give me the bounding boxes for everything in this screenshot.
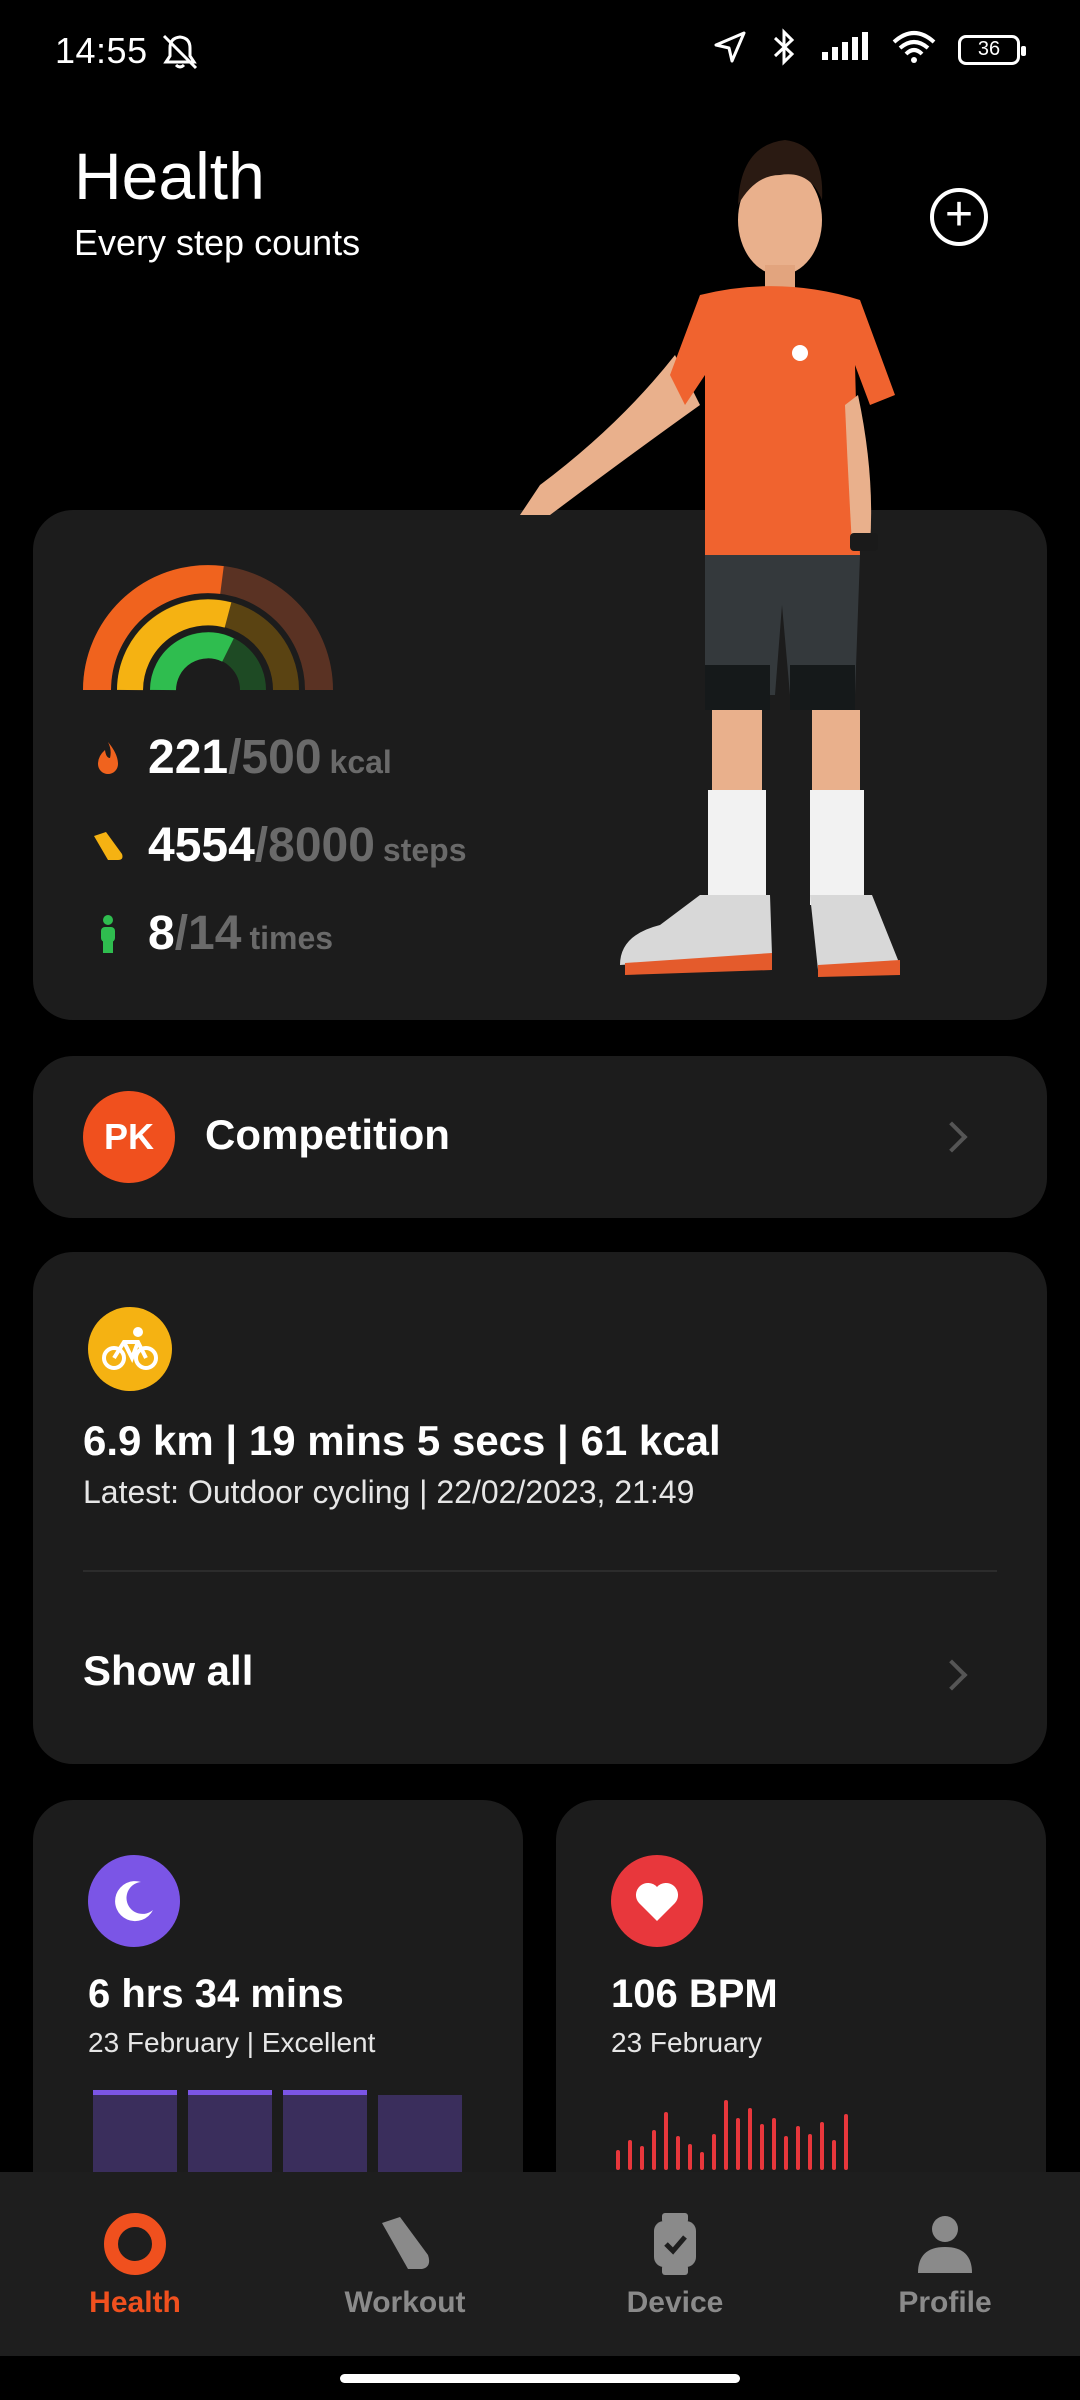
heart-rate-date: 23 February: [611, 2027, 762, 2058]
cycling-icon: [88, 1307, 172, 1391]
calories-metric: 221/500 kcal: [88, 730, 392, 785]
watch-icon: [639, 2208, 711, 2280]
nav-device[interactable]: Device: [575, 2208, 775, 2320]
chevron-right-icon: [936, 1659, 968, 1691]
steps-unit: steps: [382, 832, 467, 868]
person-icon: [909, 2208, 981, 2280]
competition-label: Competition: [205, 1111, 450, 1158]
standing-unit: times: [249, 920, 334, 956]
standing-goal: /14: [174, 907, 242, 960]
steps-current: 4554: [148, 819, 255, 872]
page-subtitle: Every step counts: [74, 222, 361, 263]
sleep-detail: 23 February | Excellent: [88, 2027, 376, 2058]
steps-goal: /8000: [254, 819, 375, 872]
moon-icon: [88, 1855, 180, 1947]
steps-metric: 4554/8000 steps: [88, 818, 467, 873]
nav-profile[interactable]: Profile: [845, 2208, 1045, 2320]
avatar-illustration: [520, 140, 900, 977]
nav-health[interactable]: Health: [35, 2208, 235, 2320]
signal-icon: [820, 32, 870, 67]
calories-goal: /500: [228, 731, 322, 784]
status-icons: 36: [712, 28, 1026, 71]
battery-icon: 36: [958, 34, 1026, 65]
nav-workout-label: Workout: [344, 2286, 466, 2319]
nav-health-label: Health: [89, 2286, 181, 2319]
wifi-icon: [892, 30, 936, 69]
bottom-nav: Health Workout Device Profile: [0, 2172, 1080, 2356]
battery-level: 36: [977, 38, 1001, 60]
workout-card[interactable]: 6.9 km | 19 mins 5 secs | 61 kcal Latest…: [33, 1252, 1047, 1764]
divider: [83, 1570, 997, 1572]
plus-icon: +: [944, 188, 974, 241]
page-title: Health: [74, 139, 265, 213]
home-indicator[interactable]: [340, 2374, 740, 2383]
calories-current: 221: [148, 731, 229, 784]
shoe-icon: [94, 831, 123, 860]
calories-unit: kcal: [329, 744, 392, 780]
status-time: 14:55: [55, 30, 148, 71]
shoe-icon: [369, 2208, 441, 2280]
standing-metric: 8/14 times: [88, 906, 333, 961]
location-icon: [712, 29, 748, 70]
heart-rate-sparkline: [616, 2090, 866, 2170]
nav-device-label: Device: [626, 2286, 724, 2319]
nav-workout[interactable]: Workout: [305, 2208, 505, 2320]
nav-profile-label: Profile: [898, 2286, 992, 2319]
show-all-button[interactable]: Show all: [83, 1647, 253, 1695]
activity-rings-gauge: [83, 565, 333, 691]
competition-card[interactable]: PK Competition: [33, 1056, 1047, 1218]
standing-current: 8: [148, 907, 175, 960]
heart-rate-card[interactable]: 106 BPM 23 February: [556, 1800, 1046, 2220]
workout-latest: Latest: Outdoor cycling | 22/02/2023, 21…: [83, 1474, 695, 1510]
bell-off-icon: [158, 32, 202, 77]
health-ring-icon: [99, 2208, 171, 2280]
heart-rate-value: 106 BPM: [611, 1972, 778, 2016]
person-standing-icon: [101, 914, 115, 953]
workout-summary: 6.9 km | 19 mins 5 secs | 61 kcal: [83, 1417, 721, 1464]
bluetooth-icon: [770, 28, 798, 71]
chevron-right-icon: [936, 1121, 968, 1153]
add-button[interactable]: +: [930, 188, 988, 246]
sleep-card[interactable]: 6 hrs 34 mins 23 February | Excellent: [33, 1800, 523, 2225]
flame-icon: [98, 741, 118, 774]
heart-icon: [611, 1855, 703, 1947]
sleep-duration: 6 hrs 34 mins: [88, 1972, 344, 2016]
pk-badge: PK: [83, 1091, 175, 1183]
